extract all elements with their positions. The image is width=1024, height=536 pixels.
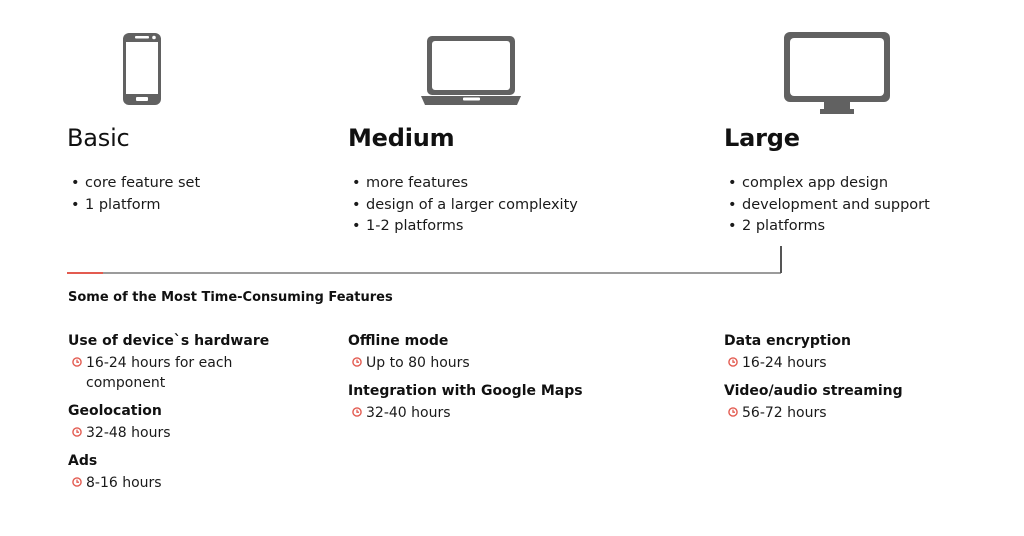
tier-bullets: • core feature set • 1 platform — [67, 173, 200, 216]
feature-time: 32-40 hours — [348, 403, 648, 423]
tier-bullet: • 1-2 platforms — [352, 218, 464, 234]
feature-item: Ads 8-16 hours — [68, 452, 278, 493]
feature-name: Geolocation — [68, 403, 162, 419]
features-column-3: Data encryption 16-24 hours Video/audio … — [724, 332, 984, 432]
feature-time: 32-48 hours — [68, 423, 278, 443]
feature-name: Data encryption — [724, 333, 851, 349]
feature-name: Ads — [68, 453, 98, 469]
accent-line — [67, 272, 103, 274]
feature-name: Integration with Google Maps — [348, 383, 583, 399]
section-title: Some of the Most Time-Consuming Features — [68, 290, 393, 305]
feature-name: Use of device`s hardware — [68, 333, 270, 349]
clock-icon — [352, 407, 362, 417]
tier-title: Medium — [348, 124, 455, 152]
connector-line — [780, 246, 782, 273]
feature-item: Geolocation 32-48 hours — [68, 402, 278, 443]
tier-bullet: • complex app design — [728, 175, 889, 191]
divider-line — [67, 272, 781, 274]
feature-time: 8-16 hours — [68, 473, 278, 493]
tier-title: Basic — [67, 124, 130, 152]
monitor-icon — [784, 32, 890, 114]
feature-item: Offline mode Up to 80 hours — [348, 332, 648, 373]
features-column-1: Use of device`s hardware 16-24 hours for… — [68, 332, 278, 502]
tier-bullet: • 1 platform — [71, 196, 161, 213]
clock-icon — [72, 427, 82, 437]
tier-bullet: • core feature set — [71, 175, 201, 191]
features-column-2: Offline mode Up to 80 hours Integration … — [348, 332, 648, 432]
feature-item: Data encryption 16-24 hours — [724, 332, 984, 373]
feature-time: 56-72 hours — [724, 403, 984, 423]
feature-time: Up to 80 hours — [348, 353, 648, 373]
clock-icon — [72, 357, 82, 367]
feature-item: Integration with Google Maps 32-40 hours — [348, 382, 648, 423]
tier-bullets: • complex app design • development and sup… — [724, 173, 930, 238]
laptop-icon — [421, 36, 521, 105]
tier-bullet: • 2 platforms — [728, 218, 825, 234]
feature-name: Offline mode — [348, 333, 449, 349]
tier-bullets: • more features • design of a larger compl… — [348, 173, 578, 238]
clock-icon — [352, 357, 362, 367]
tier-bullet: • development and support — [728, 196, 930, 213]
feature-time: 16-24 hours for each component — [68, 353, 278, 393]
feature-item: Use of device`s hardware 16-24 hours for… — [68, 332, 278, 393]
clock-icon — [728, 407, 738, 417]
smartphone-icon — [123, 33, 161, 105]
tier-bullet: • more features — [352, 175, 469, 191]
feature-name: Video/audio streaming — [724, 383, 903, 399]
clock-icon — [72, 477, 82, 487]
feature-item: Video/audio streaming 56-72 hours — [724, 382, 984, 423]
feature-time: 16-24 hours — [724, 353, 984, 373]
tier-bullet: • design of a larger complexity — [352, 196, 578, 213]
clock-icon — [728, 357, 738, 367]
tier-title: Large — [724, 124, 800, 152]
